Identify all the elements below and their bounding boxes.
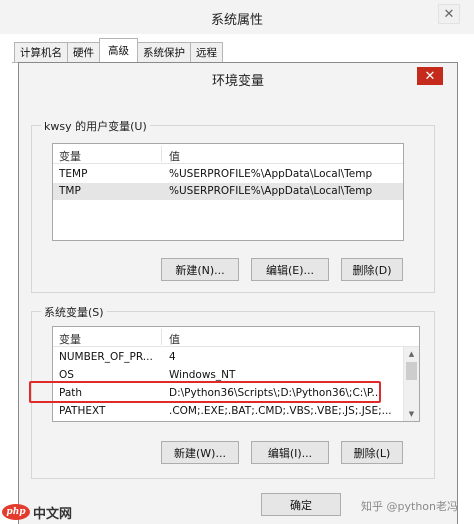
variable-name: TEMP [59, 168, 88, 180]
php-logo-icon: php [2, 504, 30, 520]
variable-value: .COM;.EXE;.BAT;.CMD;.VBS;.VBE;.JS;.JSE;.… [169, 405, 392, 417]
dialog-title: 环境变量 [211, 74, 264, 89]
column-header-variable[interactable]: 变量 [59, 148, 81, 164]
scrollbar-thumb[interactable] [406, 362, 417, 380]
system-new-button[interactable]: 新建(W)... [161, 441, 239, 464]
tab-advanced[interactable]: 高级 [99, 38, 138, 62]
dialog-close-button[interactable]: ✕ [417, 67, 443, 85]
tab-remote[interactable]: 远程 [190, 42, 223, 62]
column-separator[interactable] [161, 329, 162, 345]
variable-value: 4 [169, 351, 176, 363]
tab-computer-name[interactable]: 计算机名 [14, 42, 68, 62]
user-variables-label: kwsy 的用户变量(U) [41, 118, 150, 134]
table-row[interactable]: PATHEXT .COM;.EXE;.BAT;.CMD;.VBS;.VBE;.J… [53, 403, 419, 420]
system-variables-list[interactable]: 变量 值 NUMBER_OF_PR... 4 OS Windows_NT Pat… [52, 326, 420, 422]
scroll-down-arrow-icon[interactable]: ▼ [404, 407, 419, 421]
variable-name: OS [59, 369, 74, 381]
user-new-button[interactable]: 新建(N)... [161, 258, 239, 281]
list-header: 变量 值 [53, 144, 403, 164]
path-highlight-box [29, 381, 381, 403]
list-header: 变量 值 [53, 327, 419, 347]
outer-close-button[interactable]: ✕ [438, 4, 460, 24]
tab-hardware[interactable]: 硬件 [67, 42, 100, 62]
dialog-titlebar: 环境变量 ✕ [19, 63, 457, 91]
environment-variables-dialog: 环境变量 ✕ kwsy 的用户变量(U) 变量 值 TEMP %USERPROF… [18, 62, 458, 524]
column-separator[interactable] [161, 146, 162, 162]
tab-bar: 计算机名 硬件 高级 系统保护 远程 [14, 38, 223, 62]
close-icon: ✕ [424, 68, 436, 84]
php-cn-text: 中文网 [33, 506, 73, 522]
column-header-variable[interactable]: 变量 [59, 331, 81, 347]
vertical-scrollbar[interactable]: ▲ ▼ [403, 347, 419, 421]
column-header-value[interactable]: 值 [169, 148, 180, 164]
column-header-value[interactable]: 值 [169, 331, 180, 347]
zhihu-watermark: 知乎 @python老冯 [361, 500, 458, 513]
variable-name: TMP [59, 185, 81, 197]
scroll-up-arrow-icon[interactable]: ▲ [404, 347, 419, 361]
user-delete-button[interactable]: 删除(D) [341, 258, 403, 281]
variable-value: Windows_NT [169, 369, 236, 381]
table-row[interactable]: TEMP %USERPROFILE%\AppData\Local\Temp [53, 166, 403, 183]
system-edit-button[interactable]: 编辑(I)... [251, 441, 329, 464]
outer-window-title: 系统属性 [210, 13, 263, 28]
table-row[interactable]: TMP %USERPROFILE%\AppData\Local\Temp [53, 183, 403, 200]
variable-value: %USERPROFILE%\AppData\Local\Temp [169, 185, 373, 197]
table-row[interactable]: NUMBER_OF_PR... 4 [53, 349, 419, 366]
system-properties-window: 系统属性 ✕ 计算机名 硬件 高级 系统保护 远程 环境变量 ✕ kwsy 的用… [0, 0, 474, 524]
variable-name: PATHEXT [59, 405, 106, 417]
user-edit-button[interactable]: 编辑(E)... [251, 258, 329, 281]
system-delete-button[interactable]: 删除(L) [341, 441, 403, 464]
variable-name: NUMBER_OF_PR... [59, 351, 153, 363]
system-variables-label: 系统变量(S) [41, 304, 107, 320]
php-cn-watermark: php 中文网 [2, 502, 72, 522]
user-variables-list[interactable]: 变量 值 TEMP %USERPROFILE%\AppData\Local\Te… [52, 143, 404, 241]
tab-system-protection[interactable]: 系统保护 [137, 42, 191, 62]
outer-titlebar: 系统属性 ✕ [0, 0, 474, 34]
variable-value: %USERPROFILE%\AppData\Local\Temp [169, 168, 373, 180]
close-icon: ✕ [443, 6, 455, 22]
ok-button[interactable]: 确定 [261, 493, 341, 516]
